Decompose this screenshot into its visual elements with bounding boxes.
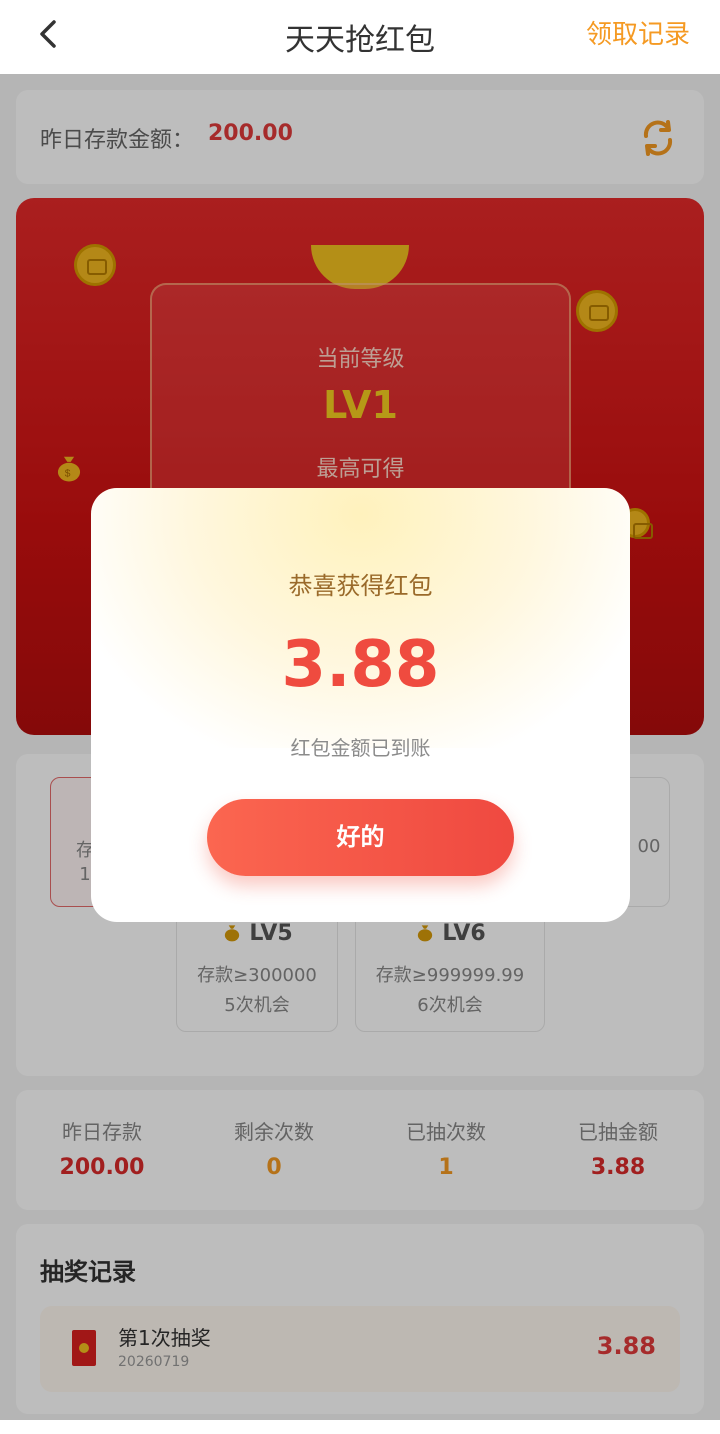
reward-modal: 恭喜获得红包 3.88 红包金额已到账 好的 (91, 488, 630, 922)
modal-note: 红包金额已到账 (290, 736, 431, 760)
modal-title: 恭喜获得红包 (288, 572, 433, 600)
record-link[interactable]: 领取记录 (586, 14, 690, 51)
app-header: 天天抢红包 领取记录 (0, 0, 720, 74)
back-icon[interactable] (30, 14, 70, 54)
page-title: 天天抢红包 (285, 23, 435, 58)
modal-amount: 3.88 (281, 628, 440, 702)
bottom-strip (0, 1420, 720, 1434)
ok-button[interactable]: 好的 (207, 799, 514, 876)
modal-glow (91, 488, 630, 748)
